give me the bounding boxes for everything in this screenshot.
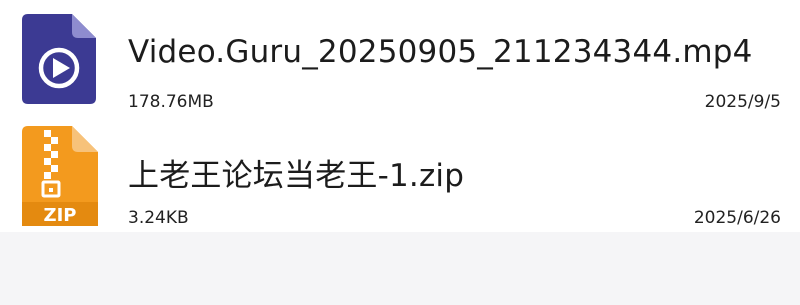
file-list: Video.Guru_20250905_211234344.mp4 178.76…	[0, 0, 800, 305]
file-name: Video.Guru_20250905_211234344.mp4	[128, 34, 753, 70]
file-item-zip[interactable]: ZIP 上老王论坛当老王-1.zip 3.24KB 2025/6/26	[0, 120, 800, 232]
video-file-icon	[22, 14, 100, 122]
file-size: 3.24KB	[128, 208, 189, 228]
empty-list-area	[0, 232, 800, 305]
zip-file-icon: ZIP	[22, 126, 100, 234]
file-size: 178.76MB	[128, 92, 214, 112]
file-date: 2025/9/5	[704, 92, 781, 112]
file-item-video[interactable]: Video.Guru_20250905_211234344.mp4 178.76…	[0, 4, 800, 116]
file-name: 上老王论坛当老王-1.zip	[128, 158, 465, 194]
file-date: 2025/6/26	[693, 208, 781, 228]
zip-label: ZIP	[44, 205, 77, 226]
